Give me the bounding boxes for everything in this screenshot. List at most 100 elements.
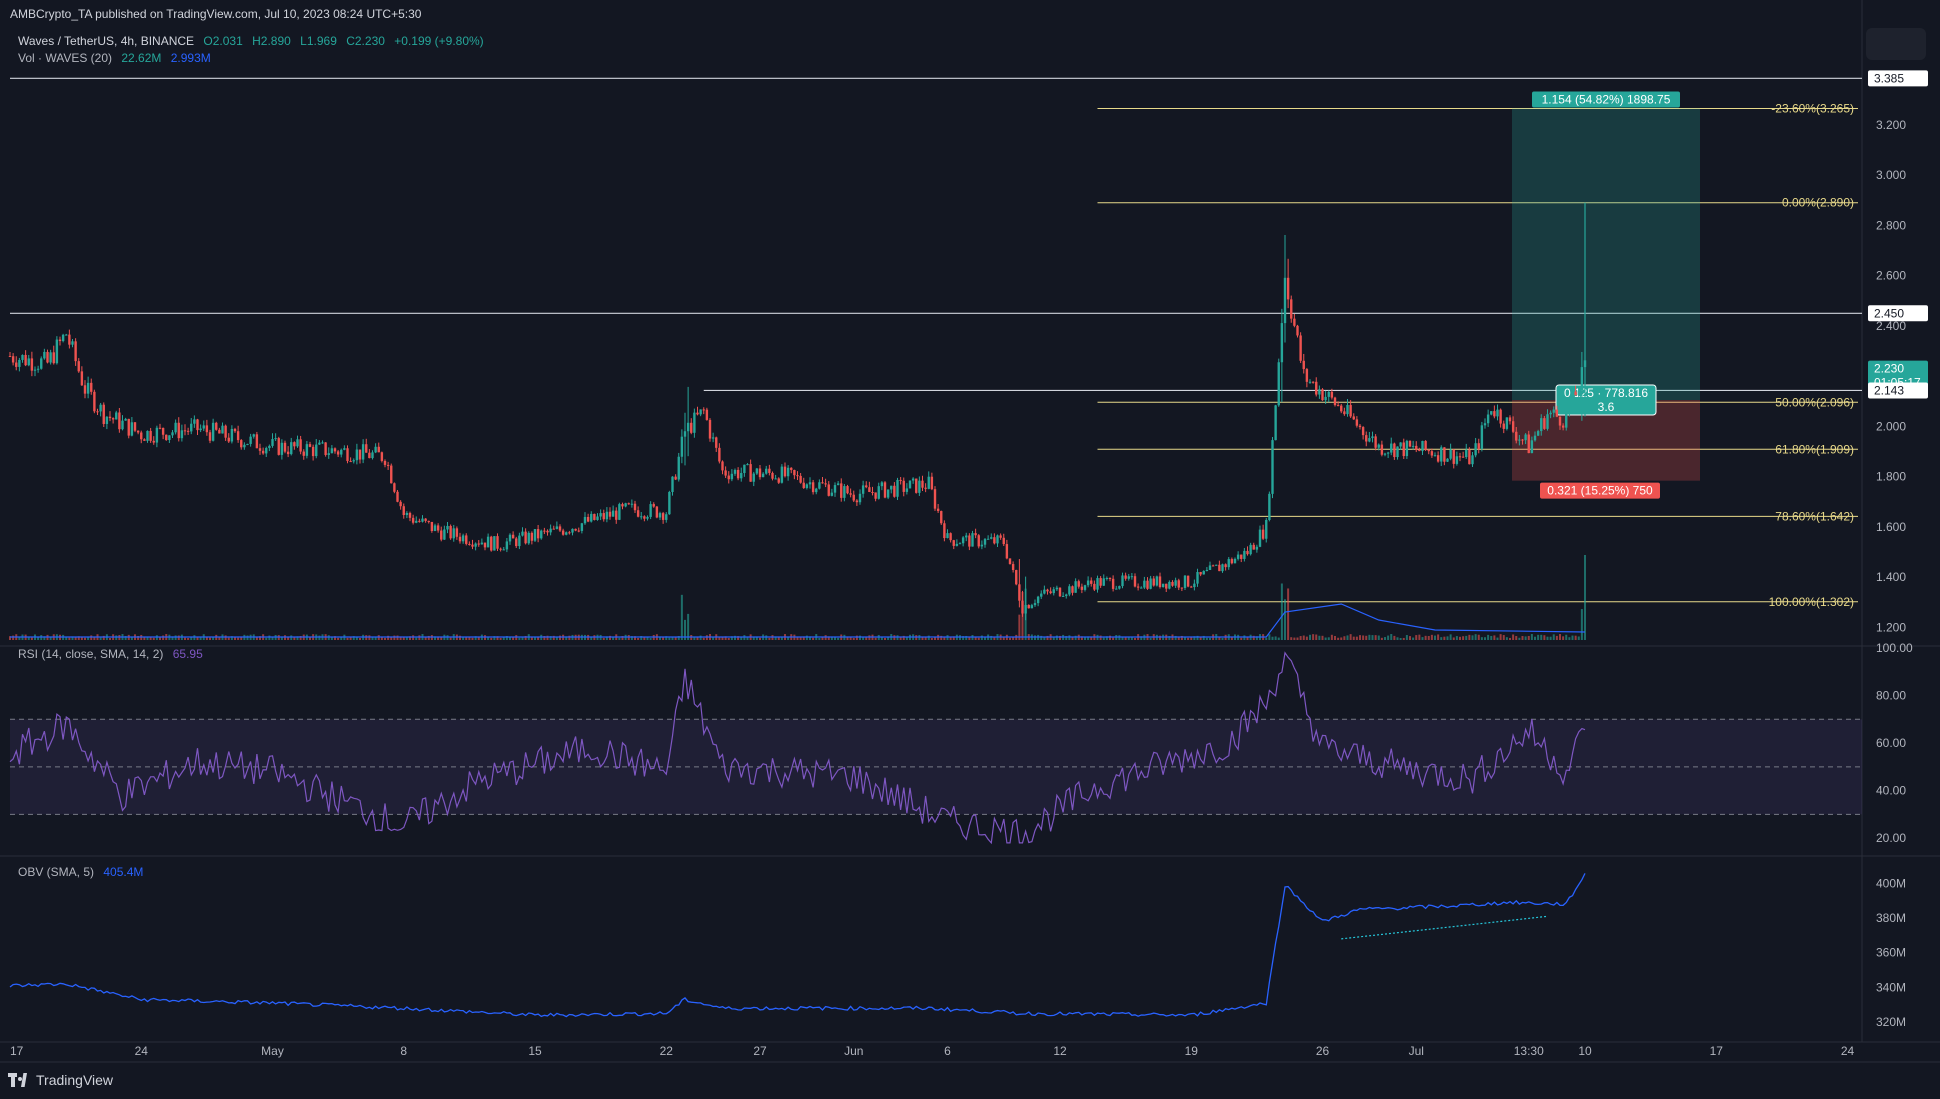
candle-body <box>302 451 305 456</box>
tradingview-logo: TradingView <box>8 1072 113 1088</box>
volume-bar <box>1434 635 1436 640</box>
volume-bar <box>187 637 190 640</box>
volume-bar <box>209 637 211 640</box>
candle-body <box>371 452 374 459</box>
rsi-value: 65.95 <box>172 647 203 661</box>
candle-body <box>433 525 437 532</box>
candle-body <box>1233 558 1237 564</box>
candle-body <box>1018 584 1021 601</box>
candle-body <box>805 484 809 488</box>
volume-bar <box>671 637 674 640</box>
candle-body <box>611 510 615 517</box>
volume-bar <box>1546 636 1549 640</box>
volume-bar <box>1299 636 1302 640</box>
candle-body <box>802 482 805 488</box>
candle-body <box>652 504 655 507</box>
volume-bar <box>84 637 86 640</box>
volume-bar <box>1346 635 1349 640</box>
candle-body <box>568 532 571 534</box>
candle-body <box>1383 453 1387 455</box>
volume-bar <box>1074 635 1077 640</box>
volume-bar <box>1402 637 1405 640</box>
candle-body <box>1155 576 1159 586</box>
time-axis-tick: Jun <box>844 1044 863 1058</box>
candle-body <box>577 530 580 532</box>
candle-body <box>1099 578 1102 586</box>
candle-body <box>1349 404 1352 417</box>
candle-body <box>27 358 30 366</box>
volume-bar <box>1521 636 1524 640</box>
candle-body <box>33 369 37 371</box>
candle-body <box>761 473 765 478</box>
candle-body <box>983 539 987 545</box>
candle-body <box>21 354 24 360</box>
volume-bar <box>346 637 349 640</box>
volume-bar <box>109 637 111 640</box>
candles-group <box>8 235 1587 621</box>
candle-body <box>30 358 34 371</box>
volume-bar <box>1324 637 1327 640</box>
symbol-legend[interactable]: Waves / TetherUS, 4h, BINANCE O2.031 H2.… <box>18 34 484 48</box>
candle-body <box>265 448 268 454</box>
volume-bar <box>415 637 418 640</box>
candle-body <box>896 479 899 497</box>
candle-body <box>1299 335 1302 361</box>
volume-bar <box>1405 635 1408 640</box>
candle-body <box>1286 277 1290 300</box>
candle-body <box>1396 446 1399 458</box>
candle-body <box>1049 591 1052 594</box>
obv-legend[interactable]: OBV (SMA, 5) 405.4M <box>18 865 143 879</box>
candle-body <box>1555 409 1559 417</box>
volume-bar <box>152 637 155 640</box>
candle-body <box>1136 586 1140 588</box>
candle-body <box>1152 578 1155 586</box>
candle-body <box>133 422 137 431</box>
volume-bar <box>1452 637 1455 640</box>
candle-body <box>1333 397 1337 406</box>
volume-bar <box>1524 636 1527 640</box>
candle-body <box>1199 572 1202 575</box>
volume-bar <box>115 635 118 640</box>
volume-bar <box>1512 634 1515 640</box>
position-stop-label: 0.321 (15.25%) 750 <box>1547 484 1653 498</box>
candle-body <box>1121 575 1124 587</box>
candle-body <box>177 422 180 439</box>
chart-settings-button[interactable] <box>1866 28 1926 60</box>
candle-body <box>11 356 15 363</box>
candle-body <box>1265 520 1268 539</box>
candle-body <box>977 535 980 547</box>
volume-bar <box>396 635 399 640</box>
candle-body <box>915 478 918 493</box>
candle-body <box>1280 323 1284 363</box>
candle-body <box>1549 412 1552 415</box>
candle-body <box>221 425 224 434</box>
candle-body <box>833 485 837 493</box>
volume-bar <box>1377 635 1380 640</box>
candle-body <box>68 334 71 345</box>
volume-bar <box>1268 634 1271 640</box>
volume-bar <box>680 594 683 640</box>
candle-body <box>502 549 505 551</box>
candle-body <box>1218 564 1221 572</box>
candle-body <box>361 444 365 460</box>
candle-body <box>296 439 299 447</box>
candle-body <box>386 464 390 466</box>
volume-bar <box>1412 637 1415 640</box>
volume-bar <box>968 637 971 640</box>
volume-bar <box>1415 635 1418 640</box>
candle-body <box>1355 419 1359 426</box>
rsi-legend[interactable]: RSI (14, close, SMA, 14, 2) 65.95 <box>18 647 203 661</box>
volume-bar <box>1459 636 1461 640</box>
candle-body <box>1533 435 1537 441</box>
volume-legend[interactable]: Vol · WAVES (20) 22.62M 2.993M <box>18 51 211 65</box>
trading-chart[interactable]: 3.2003.0002.8002.6002.4002.2002.0001.800… <box>0 0 1940 1099</box>
candle-body <box>1105 577 1109 579</box>
candle-body <box>771 472 774 479</box>
volume-bar <box>18 637 21 640</box>
candle-body <box>418 520 421 522</box>
volume-bar <box>1543 635 1546 640</box>
volume-bar <box>162 635 165 640</box>
candle-body <box>518 535 521 547</box>
candle-body <box>86 382 90 394</box>
fib-level-label: 61.80%(1.909) <box>1775 442 1854 456</box>
